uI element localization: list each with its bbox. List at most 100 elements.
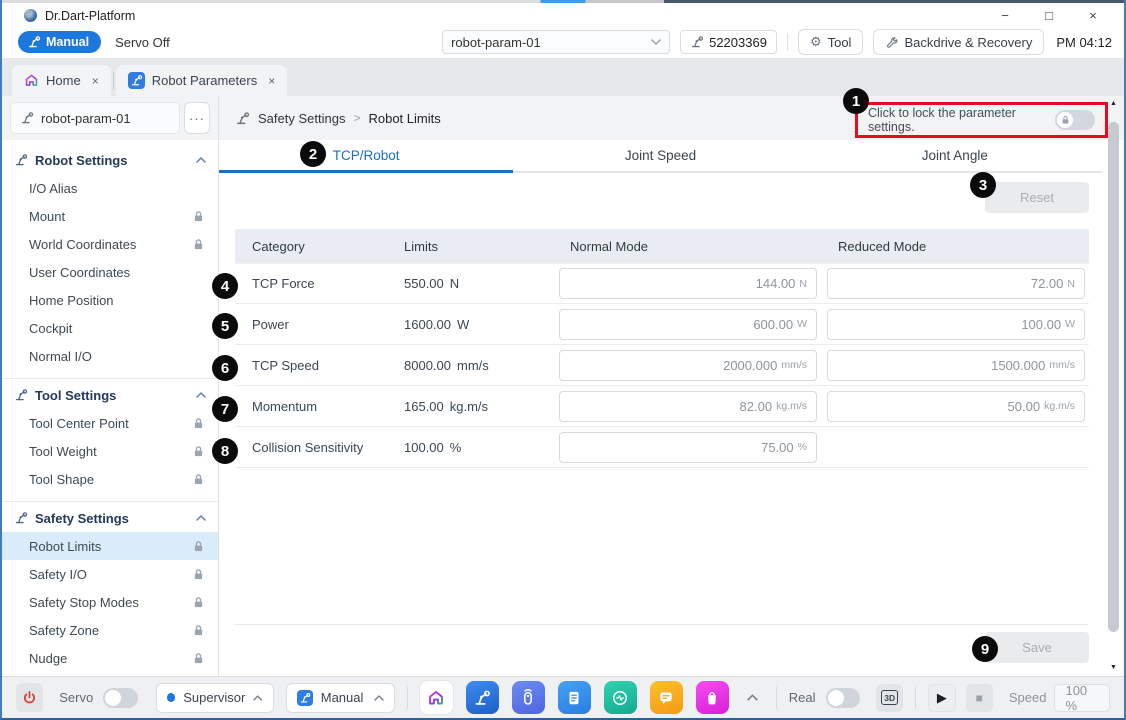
power-button[interactable] [16, 683, 43, 712]
sidebar-param-label: robot-param-01 [41, 111, 131, 126]
manual-mode-button[interactable]: Manual [18, 31, 101, 53]
robot-icon [14, 388, 28, 402]
monitoring-icon[interactable] [604, 681, 637, 714]
normal-mode-input[interactable]: 2000.000mm/s [559, 350, 817, 381]
sidebar-item-safety-zone[interactable]: Safety Zone [2, 616, 218, 644]
normal-mode-input[interactable]: 144.00N [559, 268, 817, 299]
teach-pendant-icon[interactable] [512, 681, 545, 714]
section-label: Safety Settings [35, 511, 129, 526]
3d-view-button[interactable]: 3D [876, 684, 903, 712]
backdrive-recovery-button[interactable]: Backdrive & Recovery [873, 29, 1044, 55]
tab-robot-parameters[interactable]: Robot Parameters × [116, 65, 288, 96]
reduced-mode-value: 50.00 [1008, 399, 1041, 414]
normal-mode-input[interactable]: 82.00kg.m/s [559, 391, 817, 422]
sidebar-item-robot-limits[interactable]: Robot Limits [2, 532, 218, 560]
tab-tcp-robot[interactable]: TCP/Robot [219, 140, 513, 171]
tab-home[interactable]: Home × [12, 65, 111, 96]
header-reduced-mode: Reduced Mode [821, 239, 1089, 254]
collapse-dock-button[interactable] [747, 694, 758, 701]
normal-mode-input[interactable]: 600.00W [559, 309, 817, 340]
annotation-number-6: 6 [212, 355, 238, 381]
speed-value[interactable]: 100 % [1054, 684, 1110, 712]
reset-button[interactable]: Reset [985, 182, 1089, 213]
reduced-mode-input[interactable]: 1500.000mm/s [827, 350, 1085, 381]
reduced-mode-unit: mm/s [1049, 359, 1075, 371]
chevron-up-icon[interactable] [196, 515, 206, 521]
sidebar-item-label: Normal I/O [29, 349, 92, 364]
scrollbar-track[interactable] [1108, 110, 1119, 662]
role-select[interactable]: Supervisor [156, 683, 274, 713]
serial-number-badge[interactable]: 52203369 [680, 30, 777, 54]
robot-params-icon[interactable] [466, 681, 499, 714]
breadcrumb-section[interactable]: Safety Settings [258, 111, 345, 126]
reduced-mode-input[interactable]: 50.00kg.m/s [827, 391, 1085, 422]
tab-joint-speed[interactable]: Joint Speed [513, 140, 807, 171]
table-header-row: Category Limits Normal Mode Reduced Mode [235, 229, 1089, 263]
lock-toggle[interactable] [1055, 110, 1095, 130]
category-cell: TCP Speed [235, 358, 387, 373]
parameter-select[interactable]: robot-param-01 [442, 30, 670, 54]
store-icon[interactable] [696, 681, 729, 714]
lock-banner-text: Click to lock the parameter settings. [868, 106, 1046, 134]
sidebar-item-i-o-alias[interactable]: I/O Alias [2, 174, 218, 202]
tab-home-close-icon[interactable]: × [92, 74, 99, 88]
more-options-button[interactable]: ··· [184, 102, 210, 134]
document-icon[interactable] [558, 681, 591, 714]
title-bar: Dr.Dart-Platform − □ × [2, 3, 1124, 28]
main-scrollbar[interactable]: ▲ ▼ [1106, 98, 1121, 674]
mode-select[interactable]: Manual [286, 683, 395, 713]
minimize-button[interactable]: − [990, 8, 1020, 23]
sidebar-item-cockpit[interactable]: Cockpit [2, 314, 218, 342]
unlock-icon [1061, 115, 1070, 125]
footer-divider [776, 687, 777, 709]
stop-button[interactable]: ■ [966, 684, 993, 712]
lock-icon [193, 596, 204, 609]
limit-value: 100.00 [404, 440, 444, 455]
tool-button[interactable]: ⚙ Tool [798, 29, 864, 55]
sidebar-item-mount[interactable]: Mount [2, 202, 218, 230]
real-toggle[interactable] [826, 688, 861, 708]
normal-mode-value: 2000.000 [723, 358, 777, 373]
sidebar-section-header-robot-settings[interactable]: Robot Settings [2, 146, 218, 174]
reduced-mode-input[interactable]: 72.00N [827, 268, 1085, 299]
sidebar-param-name[interactable]: robot-param-01 [10, 102, 180, 134]
parameter-select-value: robot-param-01 [451, 35, 645, 50]
tab-joint-angle[interactable]: Joint Angle [808, 140, 1102, 171]
sidebar-section-header-tool-settings[interactable]: Tool Settings [2, 381, 218, 409]
scroll-up-icon[interactable]: ▲ [1110, 98, 1117, 110]
sidebar-item-safety-stop-modes[interactable]: Safety Stop Modes [2, 588, 218, 616]
sidebar-item-tool-shape[interactable]: Tool Shape [2, 465, 218, 493]
lock-icon [193, 238, 204, 251]
reduced-mode-cell: 50.00kg.m/s [821, 391, 1089, 422]
sidebar-item-user-coordinates[interactable]: User Coordinates [2, 258, 218, 286]
lock-parameter-banner: Click to lock the parameter settings. [855, 102, 1108, 138]
normal-mode-input[interactable]: 75.00% [559, 432, 817, 463]
reduced-mode-input[interactable]: 100.00W [827, 309, 1085, 340]
play-button[interactable]: ▶ [928, 684, 955, 712]
sidebar-item-normal-i-o[interactable]: Normal I/O [2, 342, 218, 370]
sidebar-item-nudge[interactable]: Nudge [2, 644, 218, 672]
chat-log-icon[interactable] [650, 681, 683, 714]
scrollbar-thumb[interactable] [1108, 122, 1119, 632]
reduced-mode-value: 72.00 [1031, 276, 1064, 291]
sidebar-section-header-safety-settings[interactable]: Safety Settings [2, 504, 218, 532]
sidebar-header: robot-param-01 ··· [2, 96, 218, 140]
maximize-button[interactable]: □ [1034, 8, 1064, 23]
close-button[interactable]: × [1078, 8, 1108, 23]
tab-robot-parameters-close-icon[interactable]: × [268, 74, 275, 88]
role-status-dot [167, 693, 175, 702]
reduced-mode-cell: 1500.000mm/s [821, 350, 1089, 381]
sidebar-item-safety-i-o[interactable]: Safety I/O [2, 560, 218, 588]
home-icon[interactable] [420, 681, 453, 714]
save-button[interactable]: Save [985, 632, 1089, 663]
reduced-mode-cell: 72.00N [821, 268, 1089, 299]
chevron-up-icon[interactable] [196, 392, 206, 398]
sidebar-item-tool-weight[interactable]: Tool Weight [2, 437, 218, 465]
sidebar-item-world-coordinates[interactable]: World Coordinates [2, 230, 218, 258]
chevron-up-icon[interactable] [196, 157, 206, 163]
sidebar-item-home-position[interactable]: Home Position [2, 286, 218, 314]
sidebar-item-tool-center-point[interactable]: Tool Center Point [2, 409, 218, 437]
scroll-down-icon[interactable]: ▼ [1110, 662, 1117, 674]
servo-toggle[interactable] [103, 688, 138, 708]
robot-icon [235, 111, 250, 126]
